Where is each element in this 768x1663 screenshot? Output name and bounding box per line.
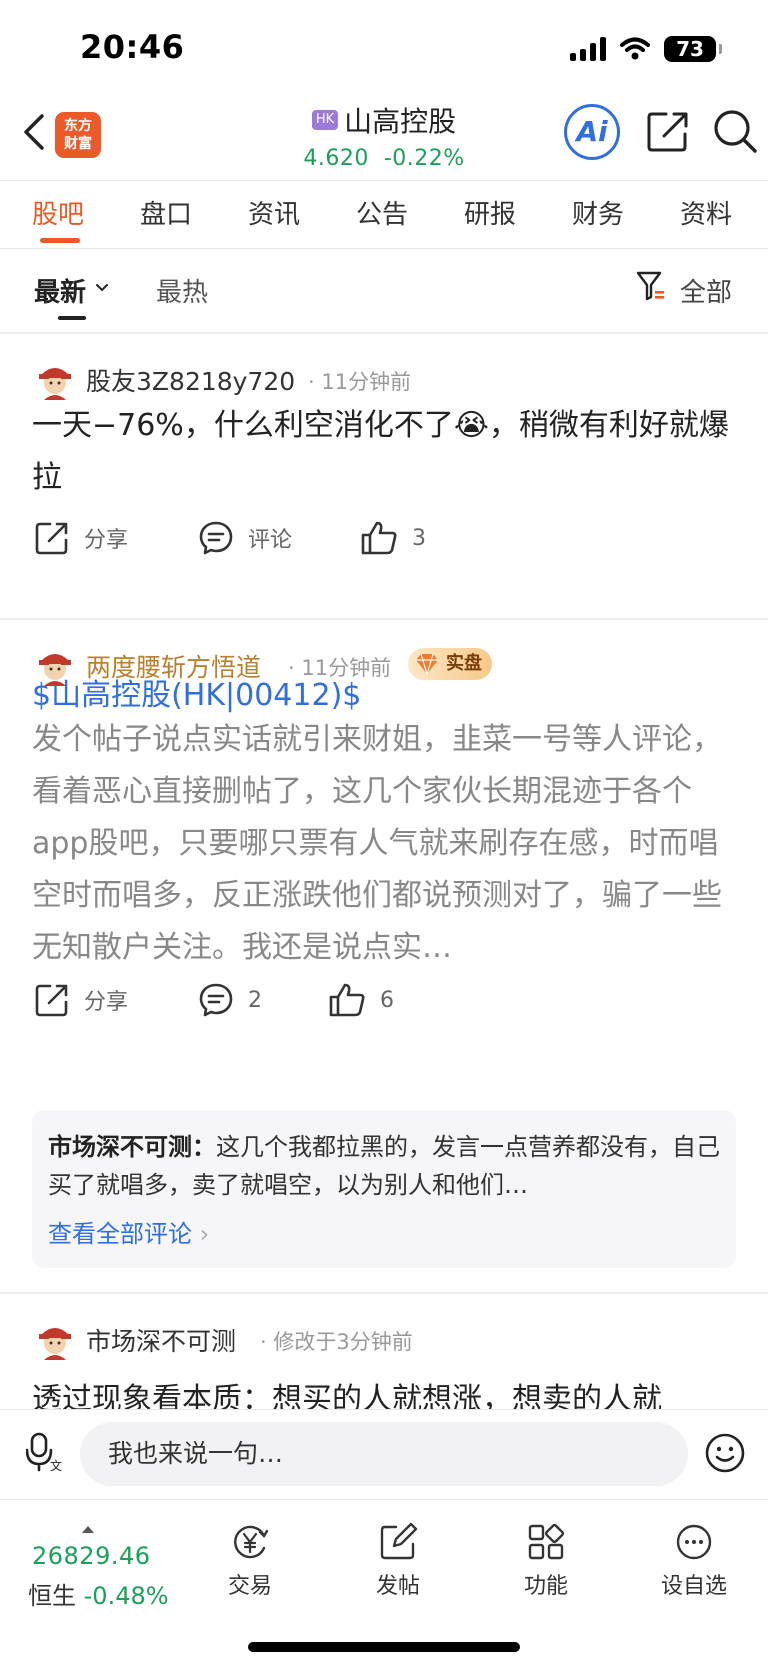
like-count: 3 [412, 525, 426, 551]
top-comment: 市场深不可测：这几个我都拉黑的，发言一点营养都没有，自己买了就唱多，卖了就唱空，… [48, 1128, 720, 1204]
top-comment-box[interactable]: 市场深不可测：这几个我都拉黑的，发言一点营养都没有，自己买了就唱多，卖了就唱空，… [32, 1110, 736, 1268]
share-action[interactable]: 分享 [34, 520, 128, 556]
share-label: 分享 [84, 528, 129, 553]
real-account-badge: 实盘 [408, 648, 492, 680]
trade-yen-icon [234, 1525, 269, 1559]
more-icon [676, 1524, 712, 1560]
thumbs-up-icon [361, 521, 397, 555]
nav-functions[interactable]: 功能 [496, 1522, 596, 1600]
nav-post[interactable]: 发帖 [348, 1522, 448, 1600]
header-divider [0, 180, 768, 181]
active-tab-indicator [40, 238, 80, 243]
comment-label: 评论 [248, 528, 293, 553]
status-bar: 20:46 73 [0, 0, 768, 96]
thumbs-up-icon [329, 983, 365, 1017]
edit-icon [380, 1522, 418, 1560]
tab-announcements[interactable]: 公告 [356, 194, 408, 231]
stock-change: -0.22% [383, 146, 465, 171]
sort-latest-button[interactable]: 最新 [34, 272, 86, 309]
sort-row: 最新 最热 全部 [0, 250, 768, 332]
like-action[interactable]: 3 [360, 520, 426, 556]
wifi-icon [620, 37, 650, 60]
avatar[interactable] [36, 1322, 74, 1360]
tab-news[interactable]: 资讯 [248, 194, 300, 231]
stock-header: 东方 财富 HK 山高控股 4.620 -0.22% Ai [0, 96, 768, 180]
post-card[interactable]: 两度腰斩方悟道 · 11分钟前 实盘 $山高控股(HK|00412)$ 发个帖子… [0, 620, 768, 1290]
share-icon [35, 522, 68, 555]
view-all-comments-link[interactable]: 查看全部评论 › [48, 1214, 209, 1249]
share-action[interactable]: 分享 [34, 982, 128, 1018]
sort-active-indicator [58, 316, 86, 320]
status-time: 20:46 [80, 28, 185, 66]
grid-icon [528, 1523, 565, 1560]
bottom-toolbar: 26829.46 恒生 -0.48% 交易 发帖 功能 设自选 [0, 1500, 768, 1663]
avatar[interactable] [36, 362, 74, 400]
share-icon[interactable] [646, 110, 690, 154]
chevron-right-icon: › [199, 1220, 210, 1248]
tab-profile[interactable]: 资料 [680, 194, 732, 231]
comment-count: 2 [248, 987, 262, 1013]
comment-icon [199, 983, 233, 1017]
post-text[interactable]: 发个帖子说点实话就引来财姐，韭菜一号等人评论，看着恶心直接删帖了，这几个家伙长期… [32, 714, 736, 974]
nav-trade[interactable]: 交易 [200, 1522, 300, 1600]
post-text[interactable]: 一天−76%，什么利空消化不了😭，稍微有利好就爆拉 [32, 400, 736, 504]
tab-finance[interactable]: 财务 [572, 194, 624, 231]
top-comment-author: 市场深不可测： [48, 1133, 216, 1161]
stock-name: 山高控股 [344, 105, 457, 138]
index-change: -0.48% [83, 1582, 169, 1610]
cellular-signal-icon [570, 37, 606, 61]
tab-guba[interactable]: 股吧 [32, 194, 84, 231]
home-indicator[interactable] [248, 1642, 520, 1652]
voice-input-icon[interactable]: 文 [26, 1432, 62, 1472]
post-card[interactable]: 股友3Z8218y720 · 11分钟前 一天−76%，什么利空消化不了😭，稍微… [0, 334, 768, 616]
like-action[interactable]: 6 [328, 982, 394, 1018]
comment-input[interactable]: 我也来说一句… [80, 1422, 688, 1486]
filter-label[interactable]: 全部 [680, 272, 732, 309]
tab-research[interactable]: 研报 [464, 194, 516, 231]
index-label: 恒生 -0.48% [28, 1582, 169, 1610]
section-tabs: 股吧 盘口 资讯 公告 研报 财务 资料 [0, 182, 768, 248]
chevron-down-icon[interactable] [96, 282, 108, 294]
post-time: · 修改于3分钟前 [260, 1330, 413, 1354]
market-badge: HK [311, 110, 339, 130]
emoji-icon[interactable] [704, 1432, 746, 1474]
stock-price: 4.620 [303, 146, 369, 171]
post-time: · 11分钟前 [308, 370, 412, 394]
share-icon [35, 984, 68, 1017]
post-author[interactable]: 股友3Z8218y720 [86, 362, 295, 398]
sort-hot-button[interactable]: 最热 [156, 272, 208, 309]
post-author[interactable]: 市场深不可测 [86, 1322, 236, 1358]
nav-add-watchlist[interactable]: 设自选 [644, 1522, 744, 1600]
comment-action[interactable]: 评论 [198, 520, 292, 556]
stock-link[interactable]: $山高控股(HK|00412)$ [32, 670, 361, 714]
tab-pankou[interactable]: 盘口 [140, 194, 192, 231]
comment-icon [199, 521, 233, 555]
post-text[interactable]: 透过现象看本质：想买的人就想涨，想卖的人就 [32, 1374, 736, 1410]
share-label: 分享 [84, 990, 129, 1015]
battery-icon: 73 [664, 36, 722, 62]
filter-icon[interactable] [636, 270, 666, 302]
post-card[interactable]: 市场深不可测 · 修改于3分钟前 透过现象看本质：想买的人就想涨，想卖的人就 [0, 1294, 768, 1410]
search-icon[interactable] [712, 108, 758, 154]
expand-up-icon [82, 1526, 94, 1533]
diamond-icon [416, 653, 438, 676]
ai-assistant-button[interactable]: Ai [564, 104, 620, 160]
like-count: 6 [380, 987, 394, 1013]
index-value: 26829.46 [32, 1542, 151, 1570]
status-icons: 73 [570, 36, 722, 62]
svg-text:文: 文 [50, 1458, 62, 1472]
laughing-crying-emoji: 😭 [453, 408, 489, 443]
tabs-divider [0, 248, 768, 249]
comment-action[interactable]: 2 [198, 982, 262, 1018]
comment-input-bar: 文 我也来说一句… [0, 1410, 768, 1500]
